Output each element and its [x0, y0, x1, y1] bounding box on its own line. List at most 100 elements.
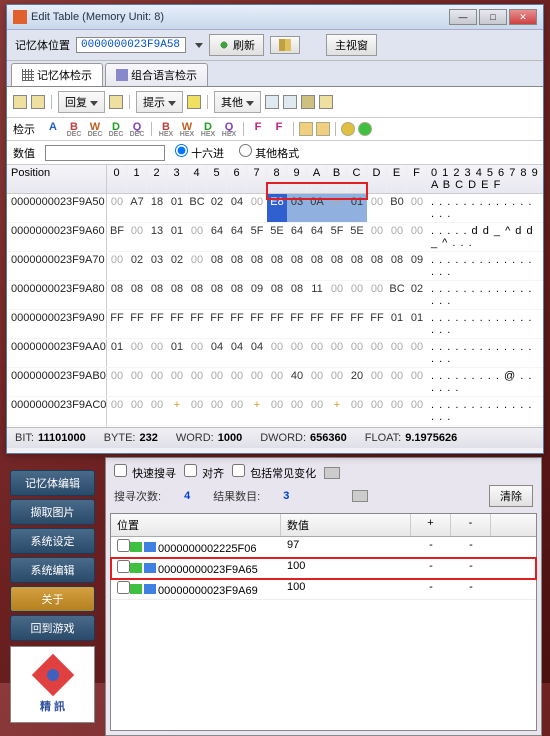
hex-byte[interactable]: 00 — [187, 339, 207, 367]
search-icon[interactable] — [301, 95, 315, 109]
hex-byte[interactable]: 00 — [167, 368, 187, 396]
hex-byte[interactable]: 00 — [367, 281, 387, 309]
hex-viewer[interactable]: Position 0123456789ABCDEF 0 1 2 3 4 5 6 … — [7, 165, 543, 427]
hex-byte[interactable]: FF — [347, 310, 367, 338]
about-button[interactable]: 关于 — [10, 586, 95, 612]
hex-byte[interactable]: FF — [287, 310, 307, 338]
result-row[interactable]: 00000000023F9A65100-- — [111, 558, 536, 579]
hex-byte[interactable]: 08 — [207, 281, 227, 309]
hex-byte[interactable]: 00 — [387, 339, 407, 367]
hex-byte[interactable]: 00 — [327, 368, 347, 396]
other-format-radio[interactable]: 其他格式 — [239, 148, 299, 160]
hex-byte[interactable]: 02 — [407, 281, 427, 309]
hex-byte[interactable]: 00 — [127, 223, 147, 251]
hex-byte[interactable]: 01 — [387, 310, 407, 338]
capture-button[interactable]: 撷取图片 — [10, 499, 95, 525]
hex-byte[interactable]: 00 — [307, 397, 327, 425]
doc-icon-1[interactable] — [265, 95, 279, 109]
hex-byte[interactable]: 04 — [247, 339, 267, 367]
hex-byte[interactable]: 64 — [307, 223, 327, 251]
misc-icon-4[interactable] — [358, 122, 372, 136]
hex-byte[interactable]: 00 — [127, 426, 147, 427]
hex-byte[interactable]: 00 — [147, 368, 167, 396]
hex-byte[interactable]: 00 — [387, 397, 407, 425]
quick-search-check[interactable]: 快速搜寻 — [114, 464, 176, 481]
include-check[interactable]: 包括常见变化 — [232, 464, 316, 481]
format-word-hex[interactable]: WHEX — [178, 121, 196, 137]
hex-byte[interactable]: 01 — [347, 194, 367, 222]
sys-set-button[interactable]: 系统设定 — [10, 528, 95, 554]
row-check[interactable] — [117, 560, 130, 573]
hex-byte[interactable]: 08 — [227, 252, 247, 280]
hex-row[interactable]: 0000000023F9A60BF0013010064645F5E64645F5… — [7, 223, 543, 252]
close-button[interactable]: ✕ — [509, 9, 537, 25]
hex-byte[interactable]: 00 — [367, 397, 387, 425]
hex-byte[interactable]: 00 — [327, 194, 347, 222]
hex-byte[interactable]: A7 — [127, 194, 147, 222]
col-plus[interactable]: + — [411, 514, 451, 536]
hex-byte[interactable]: 00 — [287, 426, 307, 427]
hex-byte[interactable]: 00 — [107, 426, 127, 427]
result-minus2[interactable]: - — [451, 580, 491, 598]
hex-byte[interactable]: 00 — [207, 397, 227, 425]
hex-byte[interactable]: 00 — [187, 397, 207, 425]
hex-byte[interactable]: 08 — [247, 252, 267, 280]
hex-byte[interactable]: 00 — [347, 339, 367, 367]
misc-icon-1[interactable] — [299, 122, 313, 136]
result-icon[interactable] — [352, 490, 368, 502]
hex-byte[interactable]: 03 — [287, 194, 307, 222]
hex-byte[interactable]: 00 — [167, 426, 187, 427]
hex-byte[interactable]: 00 — [367, 223, 387, 251]
hex-byte[interactable]: FF — [167, 310, 187, 338]
hex-byte[interactable]: 00 — [407, 397, 427, 425]
format-dword-dec[interactable]: DDEC — [107, 121, 125, 137]
other-button[interactable]: 其他 — [214, 91, 261, 113]
hex-byte[interactable]: 00 — [347, 397, 367, 425]
hex-byte[interactable]: FF — [327, 310, 347, 338]
tab-memory-view[interactable]: 记忆体检示 — [11, 63, 103, 86]
hex-byte[interactable]: 02 — [127, 252, 147, 280]
hex-byte[interactable]: FF — [247, 310, 267, 338]
format-byte-dec[interactable]: BDEC — [65, 121, 83, 137]
hex-byte[interactable]: 40 — [287, 368, 307, 396]
hex-byte[interactable]: FF — [267, 310, 287, 338]
result-minus2[interactable]: - — [451, 559, 491, 577]
hex-byte[interactable]: 08 — [287, 252, 307, 280]
hex-byte[interactable]: 00 — [347, 426, 367, 427]
format-double[interactable]: F — [270, 121, 288, 137]
hex-byte[interactable]: 02 — [207, 194, 227, 222]
col-value[interactable]: 数值 — [281, 514, 411, 536]
hex-byte[interactable]: 00 — [267, 397, 287, 425]
hex-byte[interactable]: E8 — [267, 194, 287, 222]
hex-byte[interactable]: 00 — [307, 426, 327, 427]
hex-byte[interactable]: 13 — [147, 223, 167, 251]
hex-byte[interactable]: 00 — [127, 397, 147, 425]
hex-byte[interactable]: 08 — [287, 281, 307, 309]
minimize-button[interactable]: — — [449, 9, 477, 25]
hex-byte[interactable]: 64 — [287, 223, 307, 251]
hex-byte[interactable]: 08 — [127, 281, 147, 309]
tab-assembly-view[interactable]: 组合语言检示 — [105, 63, 208, 86]
hex-byte[interactable]: 08 — [367, 252, 387, 280]
hex-row[interactable]: 0000000023F9A5000A71801BC020400E8030A000… — [7, 194, 543, 223]
misc-icon-3[interactable] — [341, 122, 355, 136]
hex-byte[interactable]: 01 — [407, 310, 427, 338]
format-float[interactable]: F — [249, 121, 267, 137]
result-minus[interactable]: - — [411, 538, 451, 556]
hex-byte[interactable]: 00 — [107, 194, 127, 222]
result-minus[interactable]: - — [411, 580, 451, 598]
clear-button[interactable]: 清除 — [489, 485, 533, 507]
hex-byte[interactable]: + — [167, 397, 187, 425]
hex-byte[interactable]: 01 — [167, 339, 187, 367]
hex-byte[interactable]: 00 — [247, 368, 267, 396]
hex-byte[interactable]: BF — [107, 223, 127, 251]
hex-byte[interactable]: 00 — [307, 339, 327, 367]
format-qword-hex[interactable]: QHEX — [220, 121, 238, 137]
hex-byte[interactable]: BC — [187, 194, 207, 222]
address-dropdown[interactable] — [195, 43, 203, 48]
hex-byte[interactable]: 11 — [307, 281, 327, 309]
hex-byte[interactable]: 20 — [347, 368, 367, 396]
maximize-button[interactable]: □ — [479, 9, 507, 25]
mem-edit-button[interactable]: 记忆体编辑 — [10, 470, 95, 496]
hex-byte[interactable]: 08 — [207, 252, 227, 280]
